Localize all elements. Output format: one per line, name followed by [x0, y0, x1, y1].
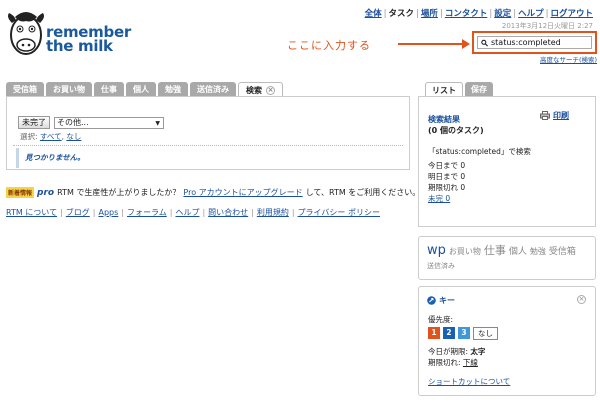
sidebar-tabs: リスト 保存 — [425, 82, 493, 97]
nav-tasks[interactable]: タスク — [389, 9, 415, 19]
tag-cloud-item[interactable]: 受信箱 — [549, 247, 576, 257]
tab-sent[interactable]: 送信済み — [190, 82, 236, 96]
stat-due-today: 今日まで 0 — [428, 161, 466, 170]
nav-contacts[interactable]: コンタクト — [445, 9, 488, 19]
logo-wordmark: remember the milk — [46, 25, 131, 55]
priority-legend: 1 2 3 なし — [428, 327, 498, 340]
tab-work[interactable]: 仕事 — [94, 82, 124, 96]
tab-personal[interactable]: 個人 — [126, 82, 156, 96]
current-timestamp: 2013年3月12日火曜日 2:27 — [501, 22, 593, 30]
promo-banner: 新着情報 pro RTM で生産性が上がりましたか？ Pro アカウントにアップ… — [6, 187, 420, 198]
tab-study[interactable]: 勉強 — [158, 82, 188, 96]
new-badge: 新着情報 — [6, 187, 35, 198]
footer-contact[interactable]: 問い合わせ — [208, 208, 248, 217]
list-tabs: 受信箱 お買い物 仕事 個人 勉強 送信済み 検索 × — [6, 82, 283, 97]
tag-cloud: wp お買い物 仕事 個人 勉強 受信箱送信済み — [418, 236, 596, 280]
empty-message: 見つかりません。 — [16, 148, 401, 168]
nav-settings[interactable]: 設定 — [494, 9, 511, 19]
tab-saved[interactable]: 保存 — [465, 82, 493, 96]
tab-list[interactable]: リスト — [425, 82, 463, 97]
advanced-search-link[interactable]: 高度なサーチ(検索) — [540, 54, 597, 64]
search-input[interactable] — [491, 38, 591, 47]
nav-overview[interactable]: 全体 — [365, 9, 382, 19]
shortcut-help-link[interactable]: ショートカットについて — [428, 376, 510, 387]
footer-about[interactable]: RTM について — [6, 208, 57, 217]
select-none-link[interactable]: なし — [66, 132, 81, 141]
tab-shopping[interactable]: お買い物 — [46, 82, 92, 96]
stat-uncompleted-link[interactable]: 未完 0 — [428, 193, 465, 204]
upgrade-pro-link[interactable]: Pro アカウントにアップグレード — [183, 187, 302, 198]
tag-cloud-item[interactable]: 勉強 — [530, 247, 546, 256]
more-actions-select[interactable]: その他... ▼ — [54, 116, 164, 129]
footer-terms[interactable]: 利用規約 — [257, 208, 289, 217]
footer-blog[interactable]: ブログ — [66, 208, 90, 217]
select-all-link[interactable]: すべて — [40, 132, 62, 141]
stat-overdue: 期限切れ 0 — [428, 183, 466, 192]
tag-cloud-item[interactable]: wp — [427, 243, 446, 258]
top-navigation: 全体 | タスク | 場所 | コンタクト | 設定 | ヘルプ | ログアウト — [364, 9, 593, 19]
divider — [13, 145, 403, 146]
search-icon — [481, 39, 488, 46]
priority-3-swatch: 3 — [458, 327, 470, 339]
stat-due-tomorrow: 明日まで 0 — [428, 172, 466, 181]
select-label: 選択: — [20, 132, 38, 141]
nav-help[interactable]: ヘルプ — [518, 9, 544, 19]
result-count: (0 個のタスク) — [428, 126, 484, 135]
pro-logo: pro — [37, 187, 55, 198]
priority-label: 優先度: — [428, 315, 454, 324]
footer-apps[interactable]: Apps — [98, 208, 118, 217]
logo-line-2: the milk — [46, 37, 113, 55]
close-icon[interactable]: × — [266, 85, 275, 95]
more-actions-value: その他... — [57, 117, 89, 127]
tab-search[interactable]: 検索 × — [238, 82, 283, 97]
footer-forum[interactable]: フォーラム — [127, 208, 167, 217]
chevron-down-icon: ▼ — [155, 119, 160, 127]
promo-text-before: RTM で生産性が上がりましたか？ — [57, 188, 181, 197]
task-toolbar: 未完了 その他... ▼ — [18, 116, 164, 129]
search-result-panel: 検索結果 (0 個のタスク) 印刷 「status:completed」で検索 … — [418, 96, 596, 227]
key-icon — [427, 296, 436, 305]
search-query: 「status:completed」で検索 — [428, 147, 531, 156]
key-title: キー — [439, 296, 455, 305]
tag-cloud-item[interactable]: 仕事 — [484, 244, 506, 257]
selection-controls: 選択: すべて, なし — [20, 132, 82, 141]
footer-privacy[interactable]: プライバシー ポリシー — [298, 208, 380, 217]
tag-cloud-item[interactable]: 個人 — [509, 247, 527, 257]
annotation-arrow-icon — [398, 39, 470, 49]
search-field[interactable] — [477, 36, 592, 49]
footer-links: RTM について | ブログ | Apps | フォーラム | ヘルプ | 問い合わせ | 利用規約 | プ… — [6, 208, 380, 217]
tag-cloud-item[interactable]: お買い物 — [449, 247, 481, 256]
priority-none-swatch: なし — [473, 327, 498, 340]
print-label: 印刷 — [553, 111, 569, 120]
nav-logout[interactable]: ログアウト — [550, 9, 593, 19]
tag-cloud-item[interactable]: 送信済み — [427, 262, 455, 270]
result-stats: 今日まで 0 明日まで 0 期限切れ 0 未完 0 — [428, 160, 465, 204]
annotation-text: ここに入力する — [287, 39, 371, 52]
footer-help[interactable]: ヘルプ — [175, 208, 199, 217]
tab-inbox[interactable]: 受信箱 — [6, 82, 44, 96]
legend-overdue: 期限切れ: 下線 — [428, 358, 478, 367]
priority-2-swatch: 2 — [443, 327, 455, 339]
print-button[interactable]: 印刷 — [540, 110, 569, 121]
key-legend-lines: 今日が期限: 太字 期限切れ: 下線 — [428, 346, 485, 368]
cow-logo-icon — [8, 12, 44, 55]
nav-locations[interactable]: 場所 — [421, 9, 438, 19]
key-header: キー — [427, 295, 455, 306]
key-panel: キー × 優先度: 1 2 3 なし 今日が期限: 太字 期限切れ: 下線 ショ… — [418, 286, 596, 396]
tab-search-label: 検索 — [246, 85, 262, 95]
priority-1-swatch: 1 — [428, 327, 440, 339]
printer-icon — [540, 111, 550, 120]
close-icon[interactable]: × — [577, 295, 586, 304]
rtm-logo[interactable]: remember the milk — [6, 5, 131, 65]
result-title: 検索結果 — [428, 115, 460, 124]
promo-text-after: して、RTM をご利用ください。 — [305, 188, 421, 197]
incomplete-button[interactable]: 未完了 — [18, 116, 50, 129]
search-highlight — [472, 31, 597, 54]
legend-due-today: 今日が期限: 太字 — [428, 347, 486, 356]
task-panel: 未完了 その他... ▼ 選択: すべて, なし 見つかりません。 — [6, 96, 410, 170]
